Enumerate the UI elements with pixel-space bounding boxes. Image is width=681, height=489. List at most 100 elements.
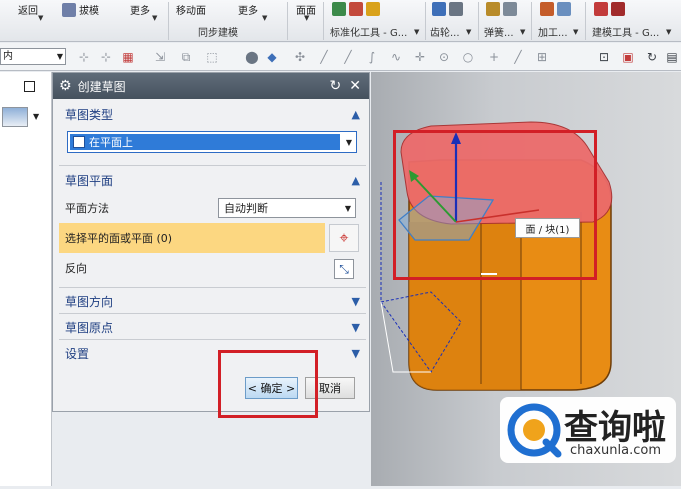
circle-point-icon[interactable]: ○ [460, 49, 476, 65]
draft-button[interactable]: 拔模 [62, 2, 99, 17]
gear-icons[interactable] [432, 2, 463, 16]
spring-icons[interactable] [486, 2, 517, 16]
snap-icon-2[interactable]: ⊹ [98, 49, 114, 65]
reverse-row: 反向 [59, 255, 366, 281]
ribbon: 返回 ▼ 拔模 更多 ▼ 移动面 更多 ▼ 面面 ▼ 同步建模 标准化工具 - … [0, 0, 681, 42]
standard-tools-icons[interactable] [332, 2, 380, 16]
grid-icon[interactable]: ⊞ [534, 49, 550, 65]
plane-method-select[interactable]: 自动判断 ▼ [218, 198, 356, 218]
curve-icon[interactable]: ∫ [364, 49, 380, 65]
chevron-down-icon: ▼ [38, 14, 44, 22]
ribbon-item-return[interactable]: 返回 [18, 2, 38, 17]
section-settings[interactable]: 设置 ▼ [59, 342, 366, 364]
chevron-down-icon: ▼ [414, 28, 420, 36]
close-icon[interactable]: ✕ [349, 78, 361, 94]
gear-tool-icon [332, 2, 346, 16]
group-label-gear[interactable]: 齿轮... [430, 24, 460, 39]
section-sketch-origin[interactable]: 草图原点 ▼ [59, 316, 366, 338]
crosshair-icon[interactable]: ⌖ [329, 224, 359, 252]
diagonal-icon[interactable]: ╱ [510, 49, 526, 65]
plus-icon[interactable]: + [486, 49, 502, 65]
chevron-down-icon: ▼ [351, 320, 360, 334]
group-label-standard[interactable]: 标准化工具 - G... [330, 24, 407, 39]
maximize-icon[interactable] [24, 81, 35, 92]
drill-icon [540, 2, 554, 16]
group-dropdown-gear[interactable]: ▼ [466, 26, 471, 37]
cube-icon[interactable]: ◆ [264, 49, 280, 65]
gear-icon [432, 2, 446, 16]
chevron-down-icon: ▼ [344, 203, 351, 213]
line-icon-1[interactable]: ╱ [316, 49, 332, 65]
circle-icon[interactable]: ⊙ [436, 49, 452, 65]
more-button-1[interactable]: 更多 [130, 2, 150, 17]
group-label-machining[interactable]: 加工... [538, 24, 568, 39]
chevron-down-icon: ▼ [573, 28, 579, 36]
selection-toolbar: 内 ▼ ⊹ ⊹ ▦ ⇲ ⧉ ⬚ ⬤ ◆ ✣ ╱ ╱ ∫ ∿ ✛ ⊙ ○ + ╱ … [0, 43, 681, 71]
chevron-down-icon: ▼ [666, 28, 672, 36]
dialog-title: 创建草图 [77, 79, 126, 94]
move-face-button[interactable]: 移动面 [176, 2, 206, 17]
coil-icon [503, 2, 517, 16]
group-dropdown-standard[interactable]: ▼ [414, 26, 419, 37]
intersect-icon[interactable]: ✛ [412, 49, 428, 65]
chevron-down-icon: ▼ [466, 28, 472, 36]
logo-icon [507, 403, 562, 458]
render-icon[interactable]: ⬤ [244, 49, 260, 65]
part-tool-icon [349, 2, 363, 16]
selection-filter-combo[interactable]: 内 ▼ [0, 48, 66, 65]
select-face-row[interactable]: 选择平的面或平面 (0) [59, 223, 325, 253]
chevron-down-icon: ▼ [56, 52, 63, 61]
window-icon[interactable]: ▣ [620, 49, 636, 65]
ribbon-dropdown-2[interactable]: ▼ [152, 14, 157, 22]
section-sketch-orientation[interactable]: 草图方向 ▼ [59, 290, 366, 312]
group-label-modeling[interactable]: 建模工具 - G... [592, 24, 659, 39]
group-dropdown-modeling[interactable]: ▼ [666, 26, 671, 37]
reverse-direction-icon[interactable]: ⤡ [334, 259, 354, 279]
chevron-down-icon: ▼ [262, 14, 268, 22]
sketch-type-select[interactable]: 在平面上 ▼ [67, 131, 357, 153]
filter-icon[interactable]: ▦ [120, 49, 136, 65]
resource-panel: ▼ [0, 72, 52, 486]
group-dropdown-spring[interactable]: ▼ [520, 26, 525, 37]
chevron-up-icon: ▲ [351, 173, 360, 187]
view-icon[interactable]: ▤ [664, 49, 680, 65]
ribbon-dropdown-1[interactable]: ▼ [38, 14, 43, 22]
section-sketch-type[interactable]: 草图类型 ▲ [59, 103, 366, 125]
group-dropdown-machining[interactable]: ▼ [573, 26, 578, 37]
group-label-spring[interactable]: 弹簧... [484, 24, 514, 39]
select-face-label: 选择平的面或平面 (0) [65, 232, 173, 245]
chevron-down-icon[interactable]: ▼ [33, 112, 39, 121]
refresh-icon[interactable]: ↻ [644, 49, 660, 65]
section-sketch-plane[interactable]: 草图平面 ▲ [59, 169, 366, 191]
mill-icon [557, 2, 571, 16]
cog-icon [449, 2, 463, 16]
reset-icon[interactable]: ↻ [330, 78, 342, 94]
highlight-face [393, 130, 597, 280]
more-button-2[interactable]: 更多 [238, 2, 258, 17]
line-icon-2[interactable]: ╱ [340, 49, 356, 65]
create-sketch-dialog: ⚙ 创建草图 ↻ ✕ 草图类型 ▲ 在平面上 ▼ 草图平面 ▲ 平面方法 自动判… [52, 72, 370, 412]
spring-icon [486, 2, 500, 16]
spring-tool-icon [366, 2, 380, 16]
machining-icons[interactable] [540, 2, 571, 16]
zoom-fit-icon[interactable]: ⊡ [596, 49, 612, 65]
box-select-icon[interactable]: ⬚ [204, 49, 220, 65]
ribbon-dropdown-3[interactable]: ▼ [262, 14, 267, 22]
copy-icon[interactable]: ⧉ [178, 49, 194, 65]
dialog-titlebar[interactable]: ⚙ 创建草图 ↻ ✕ [53, 73, 369, 99]
point-icon[interactable]: ✣ [292, 49, 308, 65]
spline-icon[interactable]: ∿ [388, 49, 404, 65]
ribbon-dropdown-4[interactable]: ▼ [304, 14, 309, 22]
chevron-down-icon: ▼ [345, 137, 352, 147]
palette-icon[interactable] [2, 107, 28, 127]
watermark-text: 查询啦 [564, 408, 666, 448]
reverse-label: 反向 [65, 262, 87, 275]
snap-icon-1[interactable]: ⊹ [76, 49, 92, 65]
chevron-down-icon: ▼ [351, 294, 360, 308]
watermark: 查询啦 chaxunla.com [500, 397, 676, 463]
chevron-down-icon: ▼ [304, 14, 310, 22]
chevron-down-icon: ▼ [520, 28, 526, 36]
modeling-tool-icons[interactable] [594, 2, 625, 16]
move-icon[interactable]: ⇲ [152, 49, 168, 65]
report-icon [611, 2, 625, 16]
